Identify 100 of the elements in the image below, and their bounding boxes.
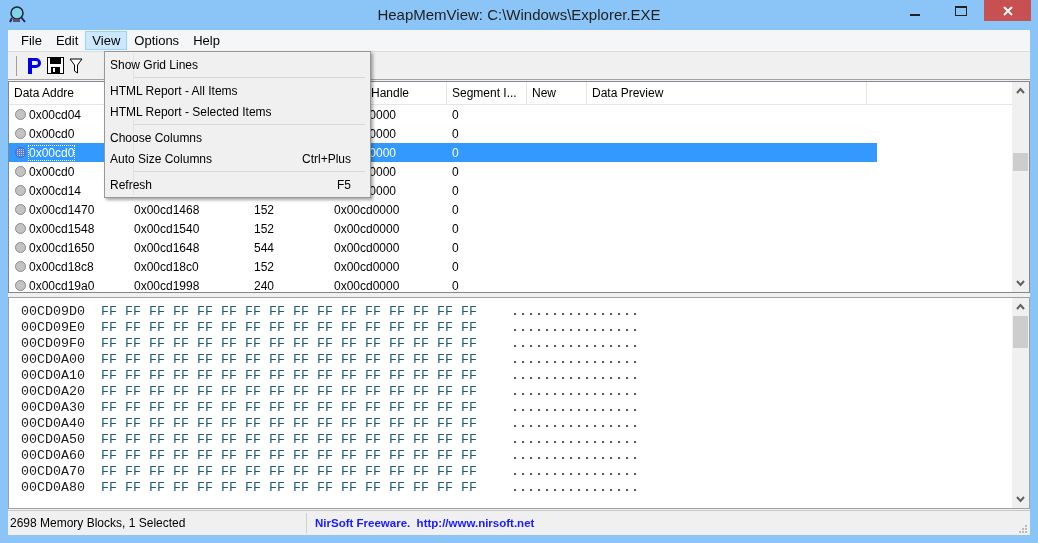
- table-cell: 0x00cd14: [29, 183, 82, 198]
- hex-address: 00CD0A80: [21, 480, 86, 496]
- hex-bytes: FF FF FF FF FF FF FF FF FF FF FF FF FF FF FF FF: [101, 480, 478, 496]
- hex-bytes: FF FF FF FF FF FF FF FF FF FF FF FF FF FF FF FF: [101, 400, 478, 416]
- table-cell: 0x00cd0: [29, 145, 75, 160]
- table-cell: 0x00cd18c0: [134, 259, 199, 274]
- table-cell: 0x00cd0000: [334, 221, 400, 236]
- hex-bytes: FF FF FF FF FF FF FF FF FF FF FF FF FF FF FF FF: [101, 352, 478, 368]
- scrollbar-thumb[interactable]: [1013, 153, 1028, 171]
- menu-option[interactable]: Show Grid Lines: [110, 57, 199, 72]
- block-status-icon: [15, 261, 26, 272]
- menu-option[interactable]: Choose Columns: [110, 130, 203, 145]
- column-header[interactable]: New: [532, 86, 556, 100]
- minimize-icon: [910, 13, 920, 16]
- maximize-icon: [955, 5, 967, 16]
- hex-address: 00CD0A40: [21, 416, 86, 432]
- hex-bytes: FF FF FF FF FF FF FF FF FF FF FF FF FF FF FF FF: [101, 448, 478, 464]
- app-icon: [9, 6, 27, 24]
- column-header[interactable]: Segment I...: [452, 86, 517, 100]
- hex-bytes: FF FF FF FF FF FF FF FF FF FF FF FF FF FF FF FF: [101, 432, 478, 448]
- column-header[interactable]: Handle: [371, 86, 410, 100]
- resize-grip-icon[interactable]: [1019, 525, 1028, 534]
- shortcut-label: F5: [337, 177, 351, 192]
- table-cell: 0x00cd0: [29, 164, 75, 179]
- column-header[interactable]: Data Addre: [14, 86, 75, 100]
- table-cell: 0: [452, 107, 459, 122]
- hex-bytes: FF FF FF FF FF FF FF FF FF FF FF FF FF FF FF FF: [101, 384, 478, 400]
- table-cell: 0x00cd0000: [334, 202, 400, 217]
- table-cell: 0: [452, 202, 459, 217]
- ascii-text: ................: [511, 400, 639, 416]
- menu-item[interactable]: View: [85, 31, 128, 50]
- window-title: HeapMemView: C:\Windows\Explorer.EXE: [377, 6, 661, 23]
- table-cell: 0: [452, 183, 459, 198]
- ascii-text: ................: [511, 416, 639, 432]
- menu-option[interactable]: HTML Report - Selected Items: [110, 104, 272, 119]
- table-cell: 0x00cd1470: [29, 202, 95, 217]
- table-cell: 152: [254, 259, 275, 274]
- menu-item[interactable]: Edit: [48, 31, 86, 50]
- status-text: 2698 Memory Blocks, 1 Selected: [10, 515, 186, 530]
- hex-address: 00CD0A50: [21, 432, 86, 448]
- table-cell: 0: [452, 278, 459, 292]
- hex-address: 00CD0A20: [21, 384, 86, 400]
- table-cell: 0: [452, 221, 459, 236]
- menu-option[interactable]: Refresh: [110, 177, 153, 192]
- filter-icon[interactable]: [69, 57, 83, 74]
- table-cell: 0x00cd1540: [134, 221, 200, 236]
- ascii-text: ................: [511, 480, 639, 496]
- ascii-text: ................: [511, 464, 639, 480]
- table-cell: 0: [452, 145, 459, 160]
- table-cell: 0x00cd1650: [29, 240, 95, 255]
- block-status-icon: [15, 166, 26, 177]
- hex-address: 00CD0A30: [21, 400, 86, 416]
- credit-link[interactable]: NirSoft Freeware. http://www.nirsoft.net: [307, 516, 535, 529]
- menu-item[interactable]: Options: [127, 31, 187, 50]
- ascii-text: ................: [511, 352, 639, 368]
- table-cell: 0: [452, 126, 459, 141]
- table-cell: 0: [452, 164, 459, 179]
- menu-item[interactable]: File: [14, 31, 49, 50]
- shortcut-label: Ctrl+Plus: [302, 151, 351, 166]
- close-button[interactable]: [984, 0, 1031, 21]
- scrollbar-thumb[interactable]: [1013, 316, 1028, 348]
- ascii-text: ................: [511, 432, 639, 448]
- table-cell: 0x00cd1998: [134, 278, 200, 292]
- hex-bytes: FF FF FF FF FF FF FF FF FF FF FF FF FF FF FF FF: [101, 320, 478, 336]
- hex-address: 00CD09E0: [21, 320, 86, 336]
- block-status-icon: [15, 128, 26, 139]
- hex-address: 00CD0A10: [21, 368, 86, 384]
- hex-bytes: FF FF FF FF FF FF FF FF FF FF FF FF FF FF FF FF: [101, 368, 478, 384]
- hex-bytes: FF FF FF FF FF FF FF FF FF FF FF FF FF FF FF FF: [101, 416, 478, 432]
- table-cell: 0x00cd1648: [134, 240, 200, 255]
- block-status-icon: [15, 242, 26, 253]
- menu-option[interactable]: HTML Report - All Items: [110, 83, 238, 98]
- hex-address: 00CD0A70: [21, 464, 86, 480]
- table-cell: 0x00cd0000: [334, 278, 400, 292]
- close-icon: [1002, 5, 1013, 16]
- ascii-text: ................: [511, 448, 639, 464]
- scrollbar[interactable]: [1012, 82, 1029, 292]
- table-cell: 152: [254, 221, 275, 236]
- ascii-text: ................: [511, 368, 639, 384]
- column-header[interactable]: Data Preview: [592, 86, 664, 100]
- table-cell: 0x00cd19a0: [29, 278, 95, 292]
- menu-item[interactable]: Help: [186, 31, 227, 50]
- table-cell: 0x00cd18c8: [29, 259, 94, 274]
- hex-bytes: FF FF FF FF FF FF FF FF FF FF FF FF FF FF FF FF: [101, 304, 478, 320]
- save-icon[interactable]: [47, 57, 64, 74]
- table-cell: 0x00cd0000: [334, 240, 400, 255]
- block-status-icon: [15, 223, 26, 234]
- block-status-icon: [15, 147, 26, 158]
- table-cell: 0: [452, 240, 459, 255]
- table-cell: 240: [254, 278, 275, 292]
- p-icon[interactable]: [26, 56, 42, 75]
- hex-address: 00CD0A60: [21, 448, 86, 464]
- hex-bytes: FF FF FF FF FF FF FF FF FF FF FF FF FF FF FF FF: [101, 464, 478, 480]
- scrollbar[interactable]: [1012, 298, 1029, 508]
- ascii-text: ................: [511, 336, 639, 352]
- menu-option[interactable]: Auto Size Columns: [110, 151, 213, 166]
- ascii-text: ................: [511, 304, 639, 320]
- table-cell: 0x00cd1548: [29, 221, 95, 236]
- hex-address: 00CD09F0: [21, 336, 86, 352]
- table-cell: 0x00cd1468: [134, 202, 200, 217]
